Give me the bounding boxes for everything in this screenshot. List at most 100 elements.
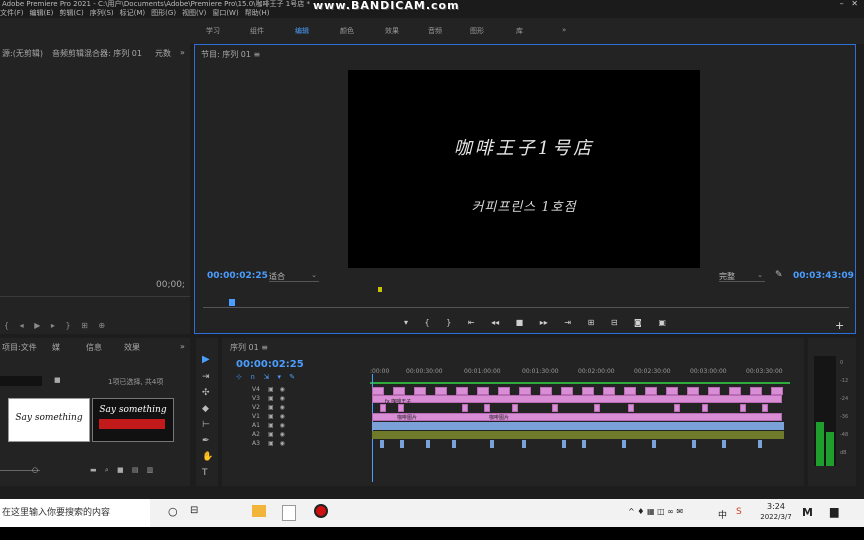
video-clip[interactable]	[519, 387, 531, 395]
clock-date[interactable]: 2022/3/7	[752, 513, 800, 521]
app-tray-icon[interactable]: M	[802, 506, 813, 519]
video-clip[interactable]	[498, 387, 510, 395]
video-clip[interactable]	[380, 404, 386, 412]
video-clip[interactable]	[674, 404, 680, 412]
video-clip[interactable]	[702, 404, 708, 412]
new-bin-icon[interactable]: ■	[54, 376, 61, 384]
track-header[interactable]: V2	[252, 404, 260, 411]
video-clip[interactable]	[552, 404, 558, 412]
wrench-icon[interactable]: ✎	[775, 270, 783, 280]
video-clip[interactable]	[645, 387, 657, 395]
track-toggle-icons[interactable]: ▣ ◉	[268, 386, 285, 393]
menu-item[interactable]: 编辑(E)	[30, 9, 54, 17]
track-header[interactable]: A2	[252, 431, 260, 438]
task-view-icon[interactable]: ⊟	[190, 505, 198, 516]
track-toggle-icons[interactable]: ▣ ◉	[268, 395, 285, 402]
video-clip[interactable]	[594, 404, 600, 412]
sogou-icon[interactable]: S	[736, 507, 742, 517]
timeline-option-icons[interactable]: ⊹ ∩ ⇲ ▾ ✎	[236, 373, 295, 381]
menu-item[interactable]: 序列(S)	[90, 9, 114, 17]
menu-item[interactable]: 剪辑(C)	[59, 9, 83, 17]
pen-tool-icon[interactable]: ✒	[202, 436, 210, 446]
track-header[interactable]: V1	[252, 413, 260, 420]
more-panels-icon[interactable]: »	[180, 342, 185, 351]
video-clip[interactable]	[456, 387, 468, 395]
video-clip[interactable]	[750, 387, 762, 395]
video-clip[interactable]	[414, 387, 426, 395]
video-clip[interactable]: 咖啡图片 咖啡图片	[372, 413, 782, 421]
source-scrubber[interactable]	[0, 296, 190, 297]
video-clip[interactable]	[762, 404, 768, 412]
audio-clip[interactable]	[452, 440, 456, 448]
track-toggle-icons[interactable]: ▣ ◉	[268, 431, 285, 438]
taskbar-search-input[interactable]: 在这里输入你要搜索的内容	[0, 499, 150, 527]
audio-clip[interactable]	[490, 440, 494, 448]
quality-select[interactable]: 完整 ⌄	[719, 271, 765, 282]
workspace-tab[interactable]: 效果	[385, 26, 399, 36]
project-footer-icons[interactable]: ▬ ⌕ ■ ▤ ▥	[90, 466, 153, 475]
more-panels-icon[interactable]: »	[180, 48, 185, 57]
source-transport-controls[interactable]: { ◂ ▶ ▸ } ⊞ ⊕	[4, 321, 105, 330]
tray-icons[interactable]: ^ ♦ ▦ ◫ ∞ ✉	[628, 507, 683, 516]
audio-clip[interactable]	[380, 440, 384, 448]
workspace-tab[interactable]: 编辑	[295, 26, 309, 36]
project-search-input[interactable]	[0, 376, 42, 386]
window-controls[interactable]: – ✕	[840, 0, 858, 8]
video-clip[interactable]	[708, 387, 720, 395]
file-explorer-icon[interactable]	[252, 505, 266, 517]
video-clip[interactable]	[372, 387, 384, 395]
track-header[interactable]: A1	[252, 422, 260, 429]
audio-clip[interactable]	[622, 440, 626, 448]
ime-indicator[interactable]: 中	[718, 508, 727, 521]
audio-clip[interactable]	[426, 440, 430, 448]
program-transport-controls[interactable]: ▾ { } ⇤ ◂◂ ■ ▸▸ ⇥ ⊞ ⊟ ◙ ▣	[404, 318, 666, 327]
zoom-select[interactable]: 适合 ⌄	[269, 271, 319, 282]
notification-icon[interactable]: ▆	[830, 505, 838, 518]
video-clip[interactable]	[666, 387, 678, 395]
video-clip[interactable]	[477, 387, 489, 395]
menu-item[interactable]: 窗口(W)	[212, 9, 238, 17]
zoom-slider-handle[interactable]: ○	[32, 466, 38, 474]
selection-tool-icon[interactable]: ▶	[202, 354, 210, 365]
video-clip[interactable]	[628, 404, 634, 412]
audio-clip[interactable]	[758, 440, 762, 448]
project-tab[interactable]: 项目:文件	[2, 342, 37, 353]
video-clip[interactable]	[393, 387, 405, 395]
sequence-tab[interactable]: 序列 01 ≡	[230, 342, 268, 353]
video-clip[interactable]	[462, 404, 468, 412]
add-button-icon[interactable]: +	[835, 319, 844, 332]
clip-thumbnail[interactable]: Say something	[92, 398, 174, 442]
video-clip[interactable]	[561, 387, 573, 395]
track-header[interactable]: A3	[252, 440, 260, 447]
info-tab[interactable]: 信息	[86, 342, 102, 353]
cortana-icon[interactable]: ○	[168, 505, 178, 518]
video-clip[interactable]	[624, 387, 636, 395]
audio-clip[interactable]	[722, 440, 726, 448]
video-clip[interactable]	[729, 387, 741, 395]
workspace-tab[interactable]: 组件	[250, 26, 264, 36]
effects-tab[interactable]: 效果	[124, 342, 140, 353]
track-toggle-icons[interactable]: ▣ ◉	[268, 413, 285, 420]
bandicam-icon[interactable]	[314, 504, 328, 518]
track-header[interactable]: V4	[252, 386, 260, 393]
video-clip[interactable]	[435, 387, 447, 395]
track-header[interactable]: V3	[252, 395, 260, 402]
program-current-timecode[interactable]: 00:00:02:25	[207, 271, 268, 281]
menu-item[interactable]: 帮助(H)	[245, 9, 270, 17]
timeline-timecode[interactable]: 00:00:02:25	[236, 359, 304, 370]
video-clip[interactable]	[771, 387, 783, 395]
metadata-tab[interactable]: 元数	[155, 48, 171, 59]
work-area-bar[interactable]	[370, 382, 790, 384]
video-clip[interactable]	[687, 387, 699, 395]
workspace-tab[interactable]: 库	[516, 26, 523, 36]
razor-tool-icon[interactable]: ◆	[202, 404, 209, 414]
audio-clip[interactable]	[522, 440, 526, 448]
track-select-tool-icon[interactable]: ⇥	[202, 372, 210, 382]
video-clip[interactable]: fx 咖啡王子	[372, 395, 782, 405]
audio-clip[interactable]	[372, 431, 784, 439]
video-clip[interactable]	[398, 404, 404, 412]
menu-item[interactable]: 图形(G)	[151, 9, 176, 17]
menu-item[interactable]: 标记(M)	[120, 9, 146, 17]
audio-clip[interactable]	[562, 440, 566, 448]
audio-clip[interactable]	[692, 440, 696, 448]
